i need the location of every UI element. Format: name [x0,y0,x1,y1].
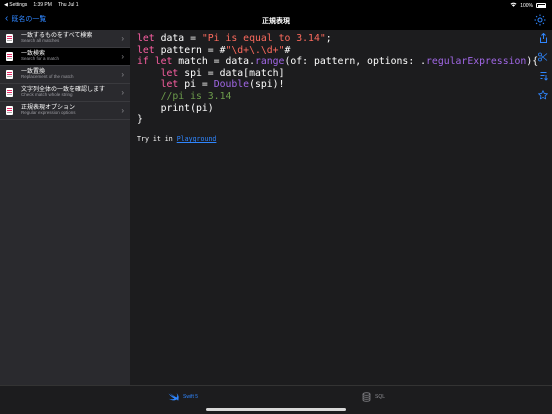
code-block: let data = "Pi is equal to 3.14"; let pa… [137,33,539,126]
sidebar-item-subtitle: Replacement of the match [21,74,74,80]
chevron-right-icon: › [121,106,124,115]
share-icon[interactable] [538,33,548,43]
tab-sql-label: SQL [375,394,386,400]
chevron-right-icon: › [121,52,124,61]
chevron-right-icon: › [121,34,124,43]
sidebar-item-whole-string[interactable]: 文字列全体の一致を確認します Check match whole string … [0,84,130,102]
code-toolbar [538,33,548,100]
tab-swift-label: Swift 5 [183,393,199,400]
sidebar-item-subtitle: Regular expression options [21,110,76,116]
chevron-right-icon: › [121,70,124,79]
tab-sql[interactable]: SQL [362,392,385,402]
gear-icon[interactable] [534,13,546,26]
document-icon [6,106,13,115]
sidebar-item-replacement[interactable]: 一致置換 Replacement of the match › [0,66,130,84]
document-icon [6,52,13,61]
document-icon [6,34,13,43]
sidebar-item-subtitle: Search for a match [21,56,60,62]
star-icon[interactable] [538,90,548,100]
sidebar: 一致するものをすべて検索 Search all matches › 一致検索 S… [0,30,130,385]
page-title: 正規表現 [262,18,290,25]
status-bar: ◀ Settings 1:39 PM Thu Jul 1 100% [0,0,552,10]
try-it-prefix: Try it in [137,135,177,143]
battery-icon [536,3,546,8]
sidebar-item-subtitle: Search all matches [21,38,60,44]
sidebar-item-search-all[interactable]: 一致するものをすべて検索 Search all matches › [0,30,130,48]
swift-icon [168,393,179,401]
sidebar-item-search-match[interactable]: 一致検索 Search for a match › [0,48,130,66]
sort-icon[interactable] [538,71,548,81]
navigation-bar: ‹ 既名の一覧 正規表現 [0,10,552,30]
document-icon [6,88,13,97]
tab-swift[interactable]: Swift 5 [168,392,198,401]
scissors-icon[interactable] [538,52,548,62]
back-to-app-label[interactable]: ◀ Settings [4,2,27,8]
try-it-line: Try it in Playground [137,135,216,143]
wifi-icon [510,2,517,9]
home-indicator[interactable] [206,408,346,411]
code-panel: let data = "Pi is equal to 3.14"; let pa… [130,30,552,385]
database-icon [362,392,371,402]
document-icon [6,70,13,79]
sidebar-item-subtitle: Check match whole string [21,92,73,98]
battery-percent: 100% [520,2,533,9]
status-date: Thu Jul 1 [57,2,79,8]
playground-link[interactable]: Playground [177,135,217,143]
sidebar-item-regex-options[interactable]: 正規表現オプション Regular expression options › [0,102,130,120]
status-time: 1:39 PM [33,2,52,8]
chevron-right-icon: › [121,88,124,97]
